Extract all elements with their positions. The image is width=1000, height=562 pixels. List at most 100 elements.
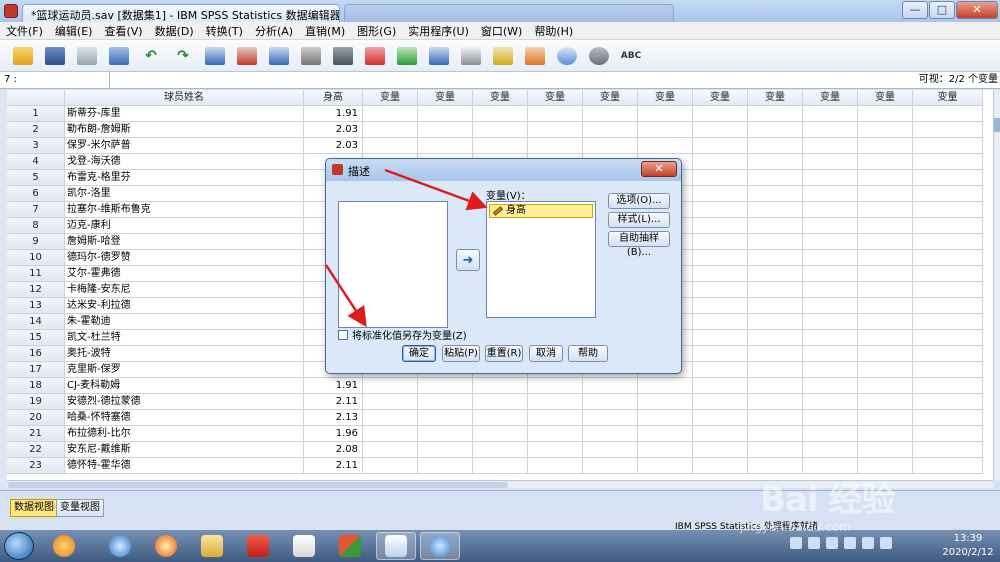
cell-empty[interactable] xyxy=(473,394,528,410)
battery-icon[interactable] xyxy=(862,537,874,549)
cell-empty[interactable] xyxy=(583,442,638,458)
cell-empty[interactable] xyxy=(803,426,858,442)
cell-empty[interactable] xyxy=(363,410,418,426)
cell-empty[interactable] xyxy=(638,442,693,458)
cell-height[interactable]: 2.11 xyxy=(304,394,363,410)
cell-empty[interactable] xyxy=(638,410,693,426)
cell-player-name[interactable]: 迈克-康利 xyxy=(65,218,304,234)
cell-empty[interactable] xyxy=(803,410,858,426)
cell-empty[interactable] xyxy=(693,186,748,202)
cell-empty[interactable] xyxy=(748,186,803,202)
menu-analyze[interactable]: 分析(A) xyxy=(249,23,299,39)
row-number[interactable]: 17 xyxy=(7,362,65,378)
cell-empty[interactable] xyxy=(858,218,913,234)
cell-empty[interactable] xyxy=(638,106,693,122)
cell-empty[interactable] xyxy=(473,426,528,442)
cell-empty[interactable] xyxy=(363,394,418,410)
cell-empty[interactable] xyxy=(693,362,748,378)
column-header-var[interactable]: 变量 xyxy=(858,90,913,106)
cell-empty[interactable] xyxy=(748,314,803,330)
cell-empty[interactable] xyxy=(363,378,418,394)
cell-empty[interactable] xyxy=(693,442,748,458)
cell-player-name[interactable]: 凯文-杜兰特 xyxy=(65,330,304,346)
spss-taskbar-icon[interactable] xyxy=(376,532,416,560)
row-number[interactable]: 14 xyxy=(7,314,65,330)
ok-button[interactable]: 确定 xyxy=(402,345,436,362)
cell-empty[interactable] xyxy=(913,266,983,282)
cell-empty[interactable] xyxy=(803,314,858,330)
row-number[interactable]: 13 xyxy=(7,298,65,314)
row-number[interactable]: 12 xyxy=(7,282,65,298)
cell-player-name[interactable]: 拉塞尔-维斯布鲁克 xyxy=(65,202,304,218)
column-header-var[interactable]: 变量 xyxy=(583,90,638,106)
cell-empty[interactable] xyxy=(693,154,748,170)
insert-variable-icon[interactable] xyxy=(394,44,420,68)
cell-empty[interactable] xyxy=(363,122,418,138)
cell-player-name[interactable]: 安东尼-戴维斯 xyxy=(65,442,304,458)
row-number[interactable]: 6 xyxy=(7,186,65,202)
cell-empty[interactable] xyxy=(803,362,858,378)
cell-empty[interactable] xyxy=(858,266,913,282)
cell-empty[interactable] xyxy=(748,202,803,218)
cell-empty[interactable] xyxy=(858,122,913,138)
cell-empty[interactable] xyxy=(693,346,748,362)
cell-player-name[interactable]: CJ-麦科勒姆 xyxy=(65,378,304,394)
cell-empty[interactable] xyxy=(913,394,983,410)
cell-empty[interactable] xyxy=(748,378,803,394)
menu-file[interactable]: 文件(F) xyxy=(0,23,49,39)
cell-empty[interactable] xyxy=(583,394,638,410)
run-descriptives-icon[interactable] xyxy=(298,44,324,68)
cell-empty[interactable] xyxy=(418,378,473,394)
cell-empty[interactable] xyxy=(803,394,858,410)
cell-empty[interactable] xyxy=(858,426,913,442)
row-number[interactable]: 16 xyxy=(7,346,65,362)
help-button[interactable]: 帮助 xyxy=(568,345,608,362)
cell-player-name[interactable]: 艾尔-霍弗德 xyxy=(65,266,304,282)
cell-empty[interactable] xyxy=(858,410,913,426)
cell-empty[interactable] xyxy=(748,122,803,138)
cell-empty[interactable] xyxy=(858,330,913,346)
cell-empty[interactable] xyxy=(803,330,858,346)
cell-empty[interactable] xyxy=(693,106,748,122)
cell-empty[interactable] xyxy=(748,394,803,410)
options-button[interactable]: 选项(O)... xyxy=(608,193,670,209)
cell-empty[interactable] xyxy=(858,106,913,122)
column-header-var[interactable]: 变量 xyxy=(528,90,583,106)
cell-empty[interactable] xyxy=(913,186,983,202)
cell-empty[interactable] xyxy=(803,154,858,170)
cell-empty[interactable] xyxy=(583,378,638,394)
cell-empty[interactable] xyxy=(913,250,983,266)
cell-empty[interactable] xyxy=(363,442,418,458)
cell-empty[interactable] xyxy=(418,410,473,426)
target-variable-item[interactable]: 身高 xyxy=(489,204,593,218)
system-clock[interactable]: 13:39 2020/2/12 xyxy=(940,532,996,560)
bootstrap-button[interactable]: 自助抽样(B)... xyxy=(608,231,670,258)
cell-height[interactable]: 2.03 xyxy=(304,138,363,154)
cell-empty[interactable] xyxy=(748,170,803,186)
cell-empty[interactable] xyxy=(803,378,858,394)
column-header-var[interactable]: 变量 xyxy=(748,90,803,106)
cell-empty[interactable] xyxy=(858,314,913,330)
cell-empty[interactable] xyxy=(858,186,913,202)
network-icon[interactable] xyxy=(826,537,838,549)
undo-icon[interactable]: ↶ xyxy=(138,44,164,68)
cell-empty[interactable] xyxy=(858,378,913,394)
dialog-close-button[interactable]: ✕ xyxy=(641,161,677,177)
select-cases-icon[interactable] xyxy=(490,44,516,68)
cell-empty[interactable] xyxy=(583,122,638,138)
row-number[interactable]: 15 xyxy=(7,330,65,346)
cell-empty[interactable] xyxy=(913,170,983,186)
cell-empty[interactable] xyxy=(913,234,983,250)
app-icon-3[interactable] xyxy=(420,532,460,560)
cell-empty[interactable] xyxy=(913,362,983,378)
cell-empty[interactable] xyxy=(473,442,528,458)
use-sets-icon[interactable] xyxy=(554,44,580,68)
cell-empty[interactable] xyxy=(583,410,638,426)
cell-empty[interactable] xyxy=(858,394,913,410)
cell-empty[interactable] xyxy=(363,138,418,154)
cell-empty[interactable] xyxy=(748,282,803,298)
cell-empty[interactable] xyxy=(693,250,748,266)
vertical-scroll-thumb[interactable] xyxy=(994,118,1000,132)
cell-empty[interactable] xyxy=(693,122,748,138)
weight-cases-icon[interactable] xyxy=(458,44,484,68)
